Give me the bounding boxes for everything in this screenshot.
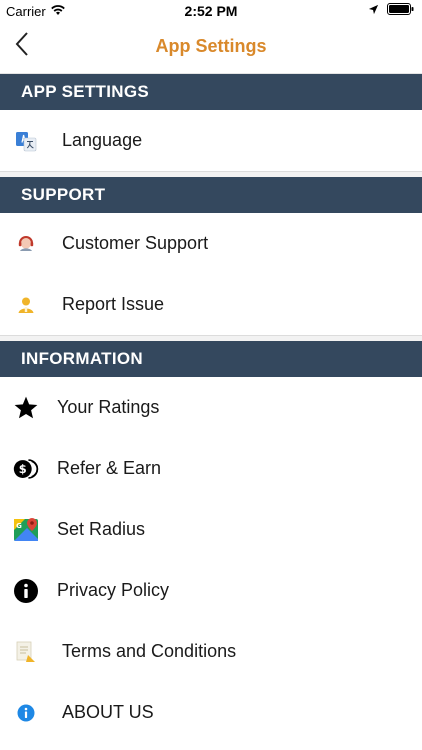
settings-row-label: ABOUT US: [62, 702, 154, 722]
coins-icon: $: [13, 456, 39, 482]
status-right: [368, 3, 414, 18]
star-icon: [13, 395, 39, 421]
document-icon: [13, 639, 39, 665]
settings-row-label: Report Issue: [62, 294, 165, 314]
svg-text:G: G: [16, 522, 22, 530]
translate-icon: [13, 128, 39, 154]
settings-row-label: Refer & Earn: [57, 458, 162, 478]
settings-row-label: Your Ratings: [57, 397, 160, 417]
settings-row-refer-earn[interactable]: $ Refer & Earn: [0, 438, 422, 499]
settings-row-customer-support[interactable]: Customer Support: [0, 213, 422, 274]
status-time: 2:52 PM: [184, 3, 238, 19]
page-title: App Settings: [155, 36, 267, 56]
maps-icon: G: [13, 517, 39, 543]
settings-row-label: Privacy Policy: [57, 580, 170, 600]
settings-row-label: Language: [62, 130, 143, 150]
navigation-bar: App Settings: [0, 22, 422, 74]
section-header-information: INFORMATION: [0, 341, 422, 377]
battery-icon: [387, 3, 414, 18]
settings-row-terms-conditions[interactable]: Terms and Conditions: [0, 621, 422, 682]
info-filled-icon: [13, 578, 39, 604]
settings-row-your-ratings[interactable]: Your Ratings: [0, 377, 422, 438]
info-blue-icon: [13, 700, 39, 726]
settings-row-privacy-policy[interactable]: Privacy Policy: [0, 560, 422, 621]
support-agent-icon: [13, 231, 39, 257]
section-header-support: SUPPORT: [0, 177, 422, 213]
settings-row-language[interactable]: Language: [0, 110, 422, 171]
svg-text:$: $: [19, 462, 27, 476]
location-arrow-icon: [368, 3, 379, 18]
settings-row-report-issue[interactable]: Report Issue: [0, 274, 422, 335]
settings-row-label: Terms and Conditions: [62, 641, 237, 661]
section-header-app-settings: APP SETTINGS: [0, 74, 422, 110]
report-person-icon: [13, 292, 39, 318]
settings-row-about-us[interactable]: ABOUT US: [0, 682, 422, 743]
status-bar: Carrier 2:52 PM: [0, 0, 422, 22]
settings-row-label: Customer Support: [62, 233, 209, 253]
settings-row-set-radius[interactable]: G Set Radius: [0, 499, 422, 560]
settings-row-label: Set Radius: [57, 519, 146, 539]
